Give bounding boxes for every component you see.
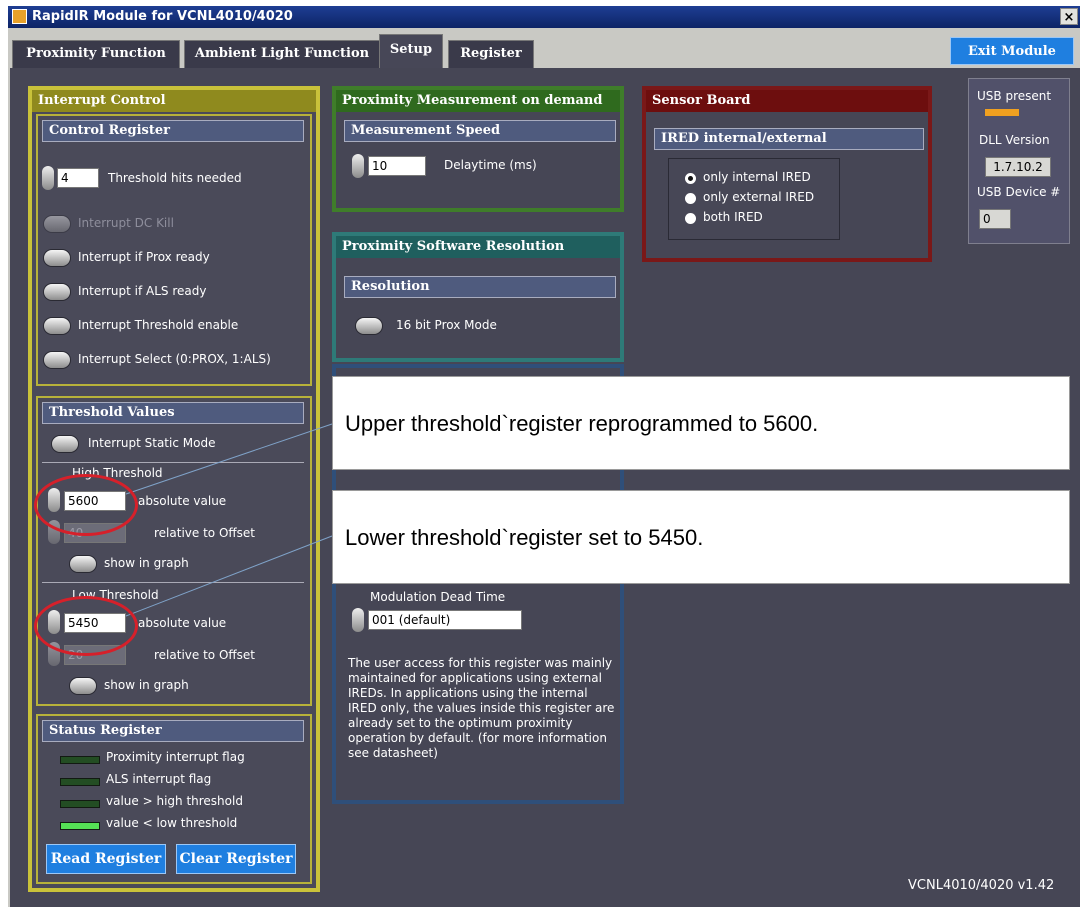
callout-lower-threshold: Lower threshold`register set to 5450. — [332, 490, 1070, 584]
callout-upper-threshold: Upper threshold`register reprogrammed to… — [332, 376, 1070, 470]
callout-line-lower — [125, 535, 333, 617]
highlight-ring-high — [34, 474, 138, 536]
callout-line-upper — [125, 423, 333, 495]
highlight-ring-low — [34, 596, 138, 656]
